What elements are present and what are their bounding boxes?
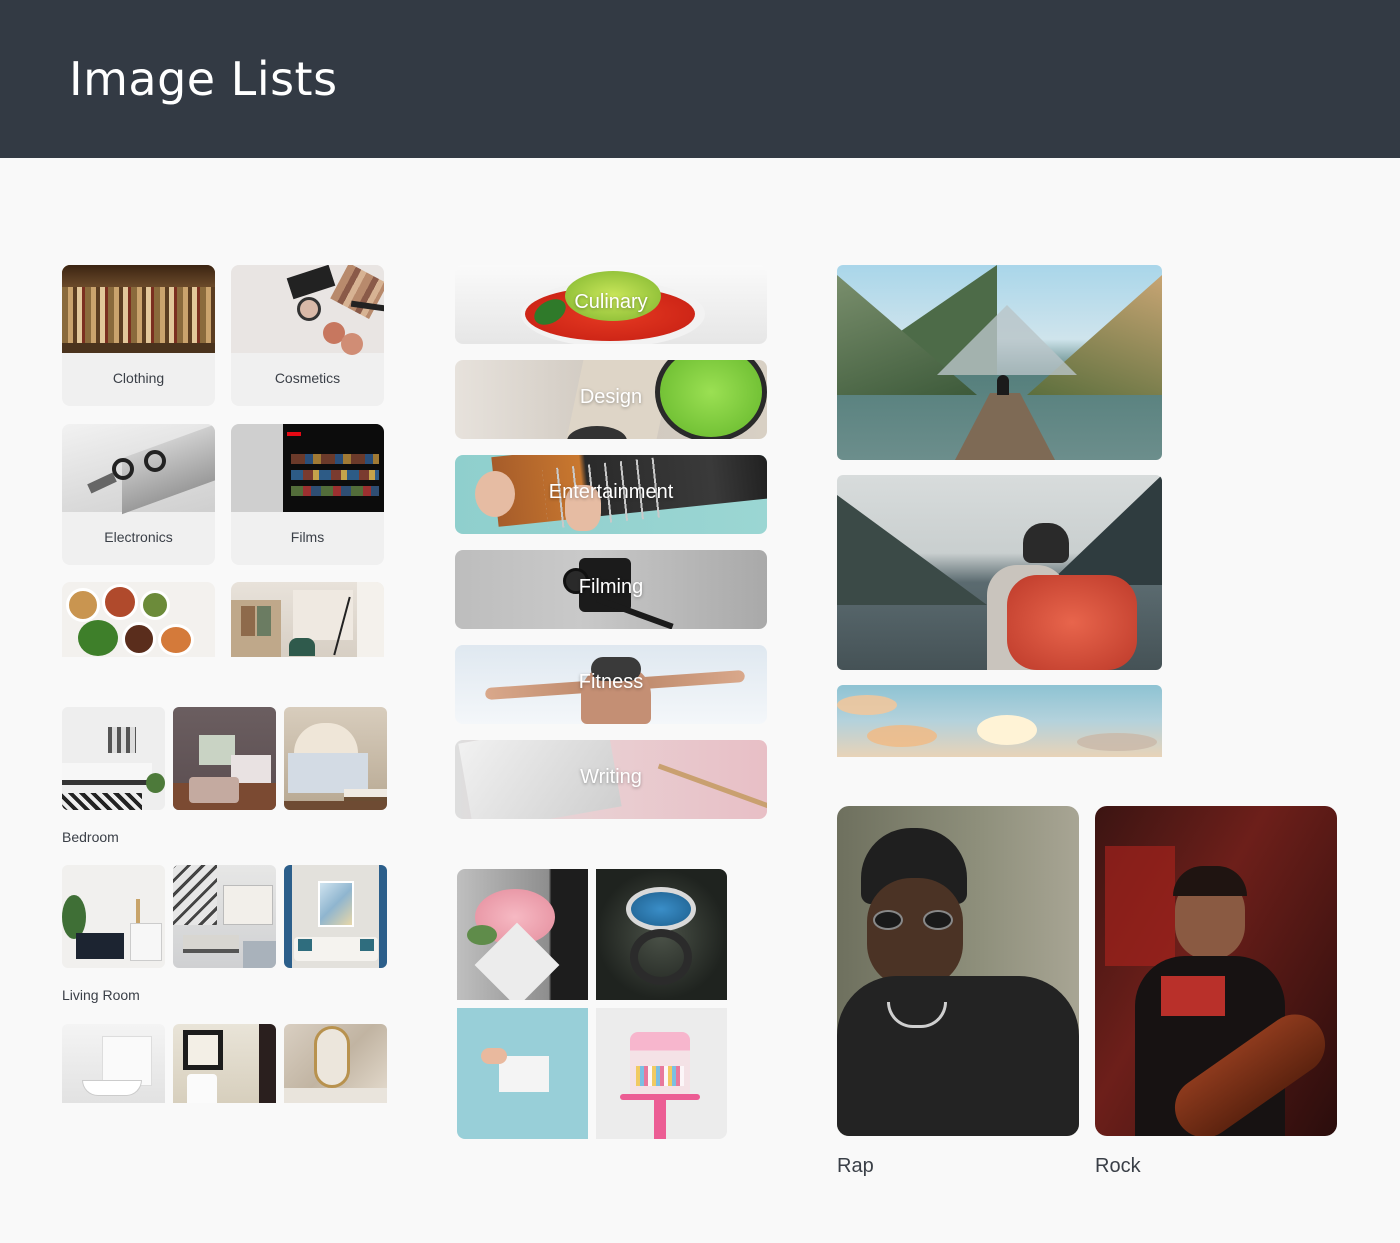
food-image[interactable] (62, 582, 215, 657)
clothing-image (62, 265, 215, 353)
banner-label: Culinary (574, 291, 648, 313)
category-label: Clothing (112, 370, 165, 386)
banner-writing[interactable]: Writing (455, 740, 767, 819)
banner-culinary[interactable]: Culinary (455, 265, 767, 344)
banner-fitness[interactable]: Fitness (455, 645, 767, 724)
electronics-image (62, 424, 215, 515)
category-label: Electronics (104, 529, 173, 545)
bathroom-photo-1[interactable] (62, 1024, 165, 1103)
envelope-photo[interactable] (457, 1008, 588, 1139)
banner-design[interactable]: Design (455, 360, 767, 439)
living-room-photo-1[interactable] (62, 865, 165, 968)
category-card-electronics[interactable]: Electronics (62, 424, 215, 565)
category-label: Films (290, 529, 325, 545)
group-label-living-room: Living Room (62, 987, 140, 1003)
flowers-photo[interactable] (457, 869, 588, 1000)
banner-label: Fitness (578, 671, 644, 693)
group-label-bedroom: Bedroom (62, 829, 119, 845)
bedroom-photo-3[interactable] (284, 707, 387, 810)
bathroom-photo-3[interactable] (284, 1024, 387, 1103)
category-label: Cosmetics (274, 370, 341, 386)
hiker-lake-photo[interactable] (837, 475, 1162, 670)
bedroom-photo-1[interactable] (62, 707, 165, 810)
interior-image[interactable] (231, 582, 384, 657)
category-card-cosmetics[interactable]: Cosmetics (231, 265, 384, 406)
banner-label: Writing (580, 766, 642, 788)
page-title: Image Lists (69, 52, 338, 106)
bedroom-photo-2[interactable] (173, 707, 276, 810)
category-card-films[interactable]: Films (231, 424, 384, 565)
banner-label: Design (579, 386, 643, 408)
page-header: Image Lists (0, 0, 1400, 158)
living-room-photo-2[interactable] (173, 865, 276, 968)
banner-filming[interactable]: Filming (455, 550, 767, 629)
banner-entertainment[interactable]: Entertainment (455, 455, 767, 534)
rap-label: Rap (837, 1155, 874, 1177)
cosmetics-image (231, 265, 384, 355)
rock-portrait[interactable] (1095, 806, 1337, 1136)
rock-label: Rock (1095, 1155, 1141, 1177)
cake-photo[interactable] (596, 1008, 727, 1139)
category-card-clothing[interactable]: Clothing (62, 265, 215, 406)
banner-label: Filming (578, 576, 644, 598)
sky-clouds-photo[interactable] (837, 685, 1162, 757)
films-image (231, 424, 384, 512)
banner-label: Entertainment (548, 481, 674, 503)
rap-portrait[interactable] (837, 806, 1079, 1136)
lake-dock-photo[interactable] (837, 265, 1162, 460)
bathroom-photo-2[interactable] (173, 1024, 276, 1103)
ring-photo[interactable] (596, 869, 727, 1000)
living-room-photo-3[interactable] (284, 865, 387, 968)
